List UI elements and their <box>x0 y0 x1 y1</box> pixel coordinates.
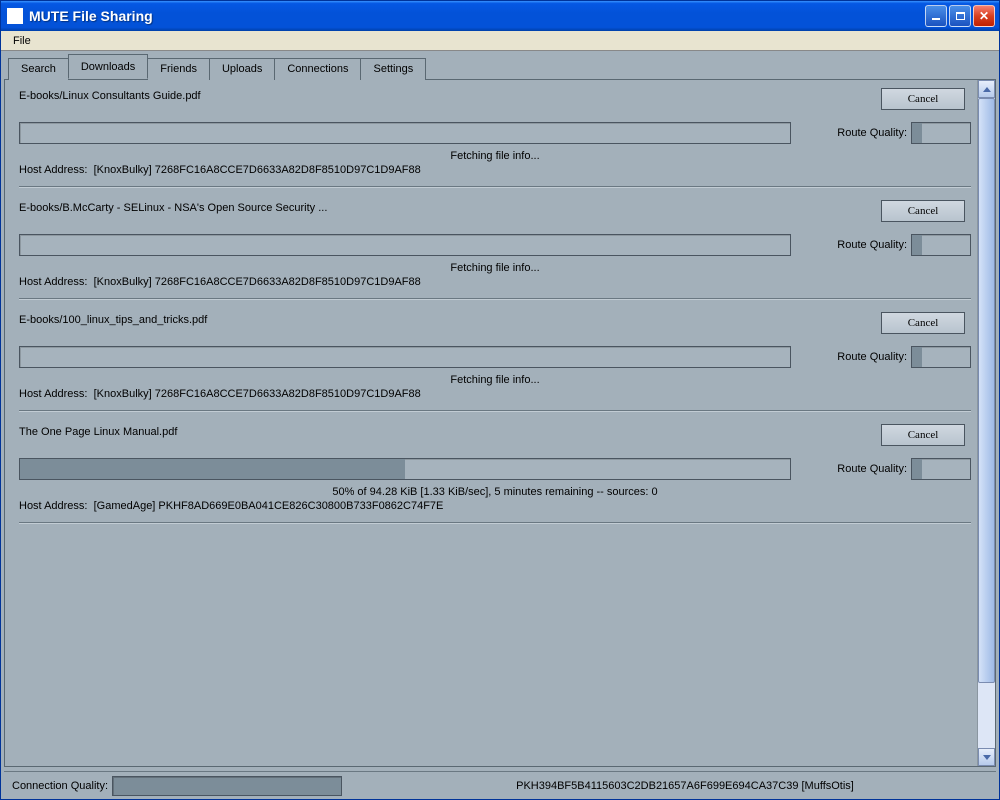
download-progress-bar <box>19 122 791 144</box>
tab-panel-downloads: E-books/Linux Consultants Guide.pdf Canc… <box>4 79 996 767</box>
cancel-button[interactable]: Cancel <box>881 88 965 110</box>
divider <box>19 522 971 524</box>
connection-quality-label: Connection Quality: <box>12 780 108 792</box>
download-filename: E-books/B.McCarty - SELinux - NSA's Open… <box>19 200 881 214</box>
titlebar: MUTE File Sharing ✕ <box>1 1 999 31</box>
download-host: Host Address: [KnoxBulky] 7268FC16A8CCE7… <box>19 388 971 400</box>
tab-uploads[interactable]: Uploads <box>209 58 275 80</box>
route-quality-bar <box>911 458 971 480</box>
client-area: Search Downloads Friends Uploads Connect… <box>1 51 999 799</box>
download-item: E-books/100_linux_tips_and_tricks.pdf Ca… <box>19 312 971 400</box>
download-filename: E-books/100_linux_tips_and_tricks.pdf <box>19 312 881 326</box>
download-status: 50% of 94.28 KiB [1.33 KiB/sec], 5 minut… <box>19 486 971 498</box>
download-status: Fetching file info... <box>19 262 971 274</box>
route-quality-fill <box>912 235 922 255</box>
route-quality-bar <box>911 346 971 368</box>
scrollbar-thumb[interactable] <box>978 98 995 683</box>
tabstrip: Search Downloads Friends Uploads Connect… <box>4 55 996 79</box>
tab-settings[interactable]: Settings <box>360 58 426 80</box>
chevron-up-icon <box>983 87 991 92</box>
cancel-button[interactable]: Cancel <box>881 424 965 446</box>
route-quality-label: Route Quality: <box>837 127 907 139</box>
node-id: PKH394BF5B4115603C2DB21657A6F699E694CA37… <box>342 780 988 792</box>
download-progress-bar <box>19 458 791 480</box>
maximize-button[interactable] <box>949 5 971 27</box>
tab-search[interactable]: Search <box>8 58 69 80</box>
download-host: Host Address: [GamedAge] PKHF8AD669E0BA0… <box>19 500 971 512</box>
minimize-button[interactable] <box>925 5 947 27</box>
route-quality-fill <box>912 123 922 143</box>
window-title: MUTE File Sharing <box>29 8 925 24</box>
connection-quality-bar <box>112 776 342 796</box>
app-window: MUTE File Sharing ✕ File Search Download… <box>0 0 1000 800</box>
scroll-up-button[interactable] <box>978 80 995 98</box>
route-quality-label: Route Quality: <box>837 239 907 251</box>
scrollbar-track[interactable] <box>978 98 995 748</box>
download-item: E-books/Linux Consultants Guide.pdf Canc… <box>19 88 971 176</box>
route-quality-bar <box>911 234 971 256</box>
route-quality-label: Route Quality: <box>837 351 907 363</box>
app-icon <box>7 8 23 24</box>
divider <box>19 186 971 188</box>
cancel-button[interactable]: Cancel <box>881 312 965 334</box>
download-item: The One Page Linux Manual.pdf Cancel Rou… <box>19 424 971 512</box>
vertical-scrollbar[interactable] <box>977 80 995 766</box>
window-controls: ✕ <box>925 5 995 27</box>
menu-file[interactable]: File <box>5 33 39 49</box>
tab-downloads[interactable]: Downloads <box>68 54 148 79</box>
close-button[interactable]: ✕ <box>973 5 995 27</box>
download-progress-bar <box>19 234 791 256</box>
downloads-list: E-books/Linux Consultants Guide.pdf Canc… <box>5 80 977 766</box>
scroll-down-button[interactable] <box>978 748 995 766</box>
download-status: Fetching file info... <box>19 150 971 162</box>
download-filename: The One Page Linux Manual.pdf <box>19 424 881 438</box>
route-quality-label: Route Quality: <box>837 463 907 475</box>
cancel-button[interactable]: Cancel <box>881 200 965 222</box>
download-progress-bar <box>19 346 791 368</box>
tab-connections[interactable]: Connections <box>274 58 361 80</box>
menubar: File <box>1 31 999 51</box>
download-item: E-books/B.McCarty - SELinux - NSA's Open… <box>19 200 971 288</box>
chevron-down-icon <box>983 755 991 760</box>
download-status: Fetching file info... <box>19 374 971 386</box>
download-progress-fill <box>20 459 405 479</box>
statusbar: Connection Quality: PKH394BF5B4115603C2D… <box>4 771 996 799</box>
download-host: Host Address: [KnoxBulky] 7268FC16A8CCE7… <box>19 164 971 176</box>
download-filename: E-books/Linux Consultants Guide.pdf <box>19 88 881 102</box>
route-quality-fill <box>912 347 922 367</box>
divider <box>19 410 971 412</box>
route-quality-fill <box>912 459 922 479</box>
divider <box>19 298 971 300</box>
route-quality-bar <box>911 122 971 144</box>
tab-friends[interactable]: Friends <box>147 58 210 80</box>
download-host: Host Address: [KnoxBulky] 7268FC16A8CCE7… <box>19 276 971 288</box>
